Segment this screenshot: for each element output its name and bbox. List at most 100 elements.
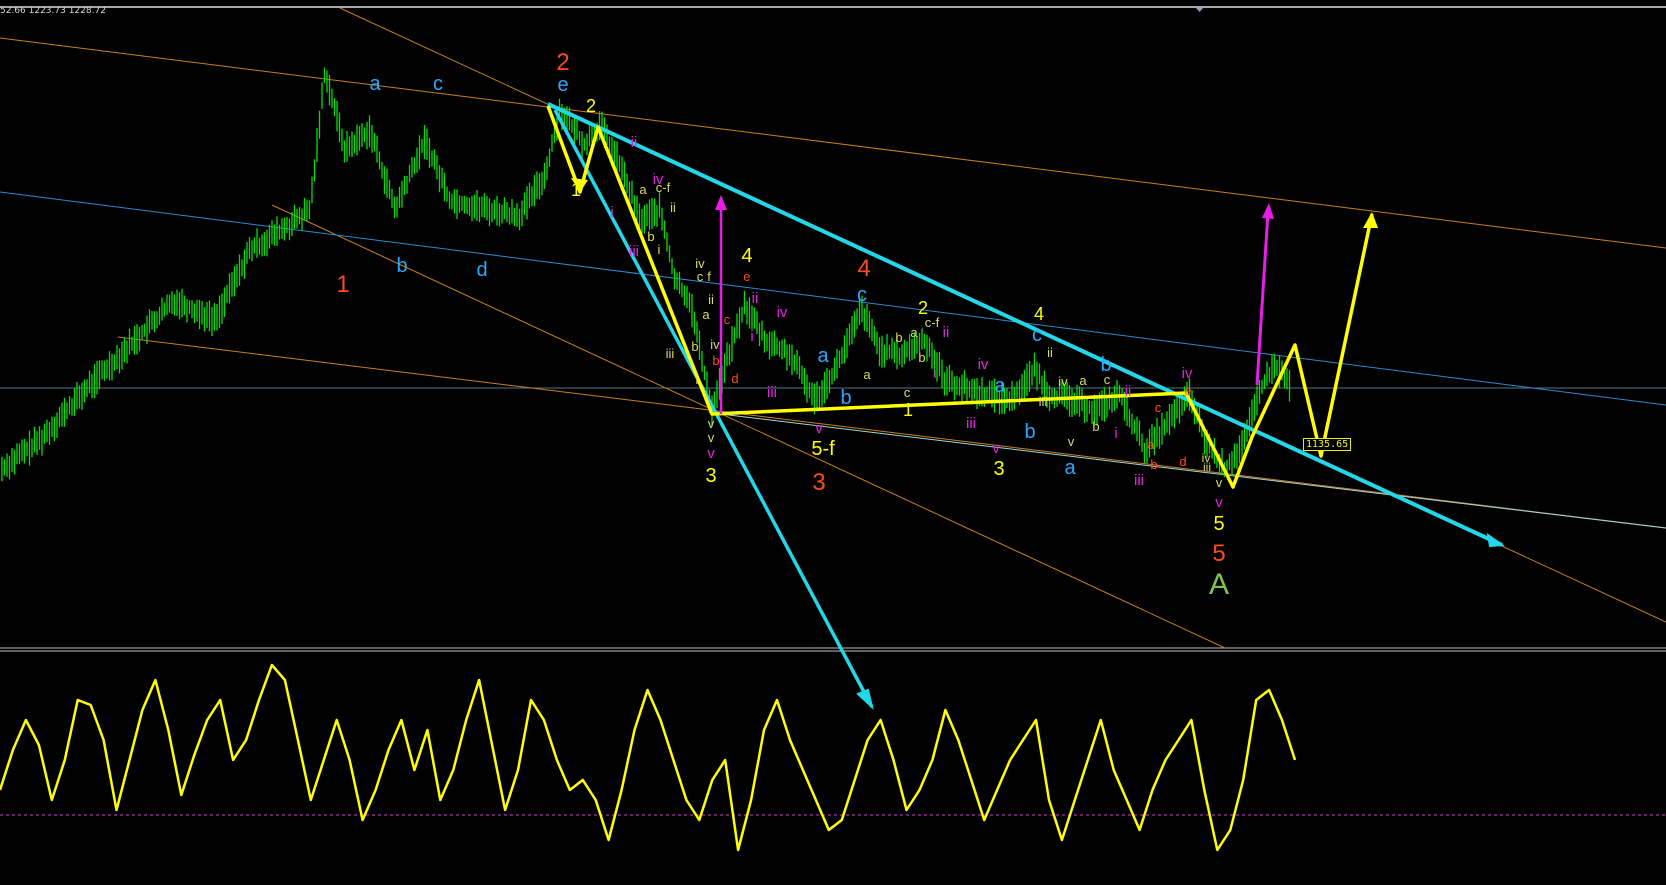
wave-label: e xyxy=(557,74,568,96)
wave-label: d xyxy=(1179,454,1186,469)
wave-label: c xyxy=(1104,372,1111,387)
wave-label: iii xyxy=(966,415,976,432)
wave-label: 5 xyxy=(1212,540,1225,567)
wave-label: 1 xyxy=(571,180,581,200)
cyan-arrowhead-upper xyxy=(1486,532,1505,548)
wave-label: v xyxy=(708,416,715,431)
wave-label: d xyxy=(476,259,487,281)
wave-label: iv xyxy=(777,304,788,321)
wave-label: iv xyxy=(978,356,989,373)
wave-label: v xyxy=(1216,475,1223,490)
wave-label: 5-f xyxy=(811,438,835,460)
wave-label: 2 xyxy=(586,96,596,116)
wave-label: a xyxy=(910,325,918,340)
wave-label: i xyxy=(658,242,661,257)
wave-label: a xyxy=(1147,437,1155,452)
wave-label: 1 xyxy=(903,400,913,420)
orange-channel-line xyxy=(117,336,1666,529)
wave-label: iii xyxy=(629,243,639,260)
cyan-thin-line xyxy=(711,412,1666,529)
wave-label: a xyxy=(817,345,829,367)
wave-label: f xyxy=(707,269,711,284)
wave-label: v xyxy=(707,445,715,462)
blue-channel-line xyxy=(0,191,1666,406)
wave-label: a xyxy=(994,375,1006,397)
wave-label: b xyxy=(691,339,698,354)
price-tag: 1135.65 xyxy=(1303,438,1352,451)
wave-label: b xyxy=(712,353,719,368)
wave-label: ii xyxy=(943,324,950,341)
wave-label: b xyxy=(1024,421,1035,443)
wave-label: c-f xyxy=(925,315,940,330)
orange-channel-line xyxy=(0,37,1666,249)
wave-label: v xyxy=(1215,494,1223,511)
wave-label: d xyxy=(731,371,738,386)
wave-label: i xyxy=(610,204,613,221)
wave-label: c xyxy=(724,312,731,327)
wave-label: v xyxy=(1068,434,1075,449)
wave-label: ii xyxy=(670,200,676,215)
wave-label: v xyxy=(815,420,823,437)
wave-label: a xyxy=(863,367,871,382)
wave-label: v xyxy=(992,440,1000,457)
cyan-arrowhead-steep xyxy=(856,688,874,710)
wave-label: iii xyxy=(1134,472,1144,489)
wave-label: i xyxy=(933,365,936,382)
wave-label: b xyxy=(895,330,902,345)
wave-label: c-f xyxy=(656,180,671,195)
ohlc-readout: 52.66 1223.73 1228.72 xyxy=(0,6,106,16)
wave-label: ii xyxy=(752,290,759,307)
wave-label: c xyxy=(904,385,911,400)
wave-label: iii xyxy=(767,384,777,401)
wave-label: b xyxy=(1092,419,1099,434)
wave-label: a xyxy=(1079,373,1087,388)
wave-label: ii xyxy=(708,292,714,307)
magenta-arrowhead xyxy=(715,195,727,210)
wave-label: c xyxy=(1155,400,1162,415)
wave-label: ii xyxy=(631,134,638,151)
wave-label: iv xyxy=(1182,365,1193,382)
wave-label: a xyxy=(702,307,710,322)
wave-label: iv xyxy=(710,337,720,352)
wave-label: b xyxy=(840,387,851,409)
wave-label: b xyxy=(396,255,407,277)
wave-label: i xyxy=(696,372,699,387)
wave-label: 4 xyxy=(857,255,870,282)
wave-label: 3 xyxy=(812,469,825,496)
wave-label: c xyxy=(433,73,443,95)
wave-label: 3 xyxy=(705,465,716,487)
wave-label: e xyxy=(1184,383,1191,398)
wave-label: ii xyxy=(1125,383,1132,400)
wave-label: ii xyxy=(1047,345,1053,360)
wave-label: iii xyxy=(1039,394,1048,409)
magenta-arrowhead-2 xyxy=(1262,203,1274,219)
wave-label: e xyxy=(743,269,750,284)
wave-label: iii xyxy=(666,346,675,361)
marker-triangle xyxy=(1196,8,1203,12)
wave-label: 1 xyxy=(336,271,349,298)
wave-label: b xyxy=(647,229,654,244)
wave-label: 5 xyxy=(1213,513,1224,535)
oscillator-line xyxy=(0,663,1297,852)
wave-label: 2 xyxy=(556,49,569,76)
wave-label: v xyxy=(708,430,715,445)
wave-label: A xyxy=(1209,568,1229,601)
wave-label: i xyxy=(1114,425,1117,442)
wave-label: a xyxy=(639,182,647,197)
wave-label: c xyxy=(857,284,867,306)
wave-label: 4 xyxy=(1034,304,1044,324)
wave-label: i xyxy=(750,328,753,345)
wave-label: 3 xyxy=(993,458,1004,480)
wave-label: b xyxy=(918,350,925,365)
wave-label: c xyxy=(1032,324,1042,346)
wave-label: 4 xyxy=(741,245,752,267)
wave-label: a xyxy=(369,73,381,95)
cyan-trendline-upper xyxy=(547,102,1503,547)
wave-label: a xyxy=(1064,457,1076,479)
wave-label: b xyxy=(1150,457,1157,472)
wave-label: iii xyxy=(1203,460,1211,474)
chart-canvas: 12345Aa cb decababacb21345-f21345iiiviiiii… xyxy=(0,6,1666,852)
wave-label: c xyxy=(697,269,704,284)
magenta-arrow-line-2 xyxy=(1255,211,1270,386)
wave-label: iv xyxy=(1058,374,1068,389)
